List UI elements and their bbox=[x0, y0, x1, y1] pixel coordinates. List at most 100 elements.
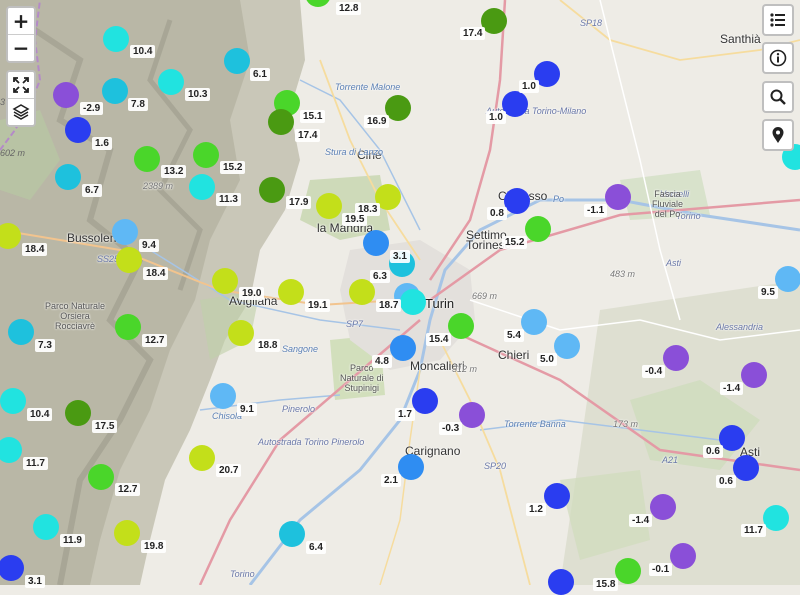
weather-station-marker[interactable] bbox=[8, 319, 34, 345]
weather-station-marker[interactable] bbox=[268, 109, 294, 135]
weather-station-marker[interactable] bbox=[259, 177, 285, 203]
weather-station-marker[interactable] bbox=[210, 383, 236, 409]
weather-station-marker[interactable] bbox=[412, 388, 438, 414]
search-icon bbox=[770, 89, 786, 105]
weather-station-marker[interactable] bbox=[33, 514, 59, 540]
temperature-label: 10.4 bbox=[27, 408, 53, 421]
weather-station-marker[interactable] bbox=[103, 26, 129, 52]
weather-station-marker[interactable] bbox=[279, 521, 305, 547]
temperature-label: 13.2 bbox=[161, 165, 187, 178]
temperature-label: 5.0 bbox=[537, 353, 557, 366]
weather-station-marker[interactable] bbox=[53, 82, 79, 108]
layers-button[interactable] bbox=[8, 98, 34, 125]
weather-station-marker[interactable] bbox=[733, 455, 759, 481]
temperature-label: 19.5 bbox=[342, 213, 368, 226]
info-button[interactable] bbox=[762, 42, 794, 74]
weather-station-marker[interactable] bbox=[763, 505, 789, 531]
weather-station-marker[interactable] bbox=[158, 69, 184, 95]
temperature-label: 15.2 bbox=[502, 236, 528, 249]
weather-station-marker[interactable] bbox=[116, 247, 142, 273]
temperature-label: 18.8 bbox=[255, 339, 281, 352]
weather-station-marker[interactable] bbox=[650, 494, 676, 520]
temperature-label: 6.1 bbox=[250, 68, 270, 81]
search-button[interactable] bbox=[762, 81, 794, 113]
temperature-label: 0.8 bbox=[487, 207, 507, 220]
temperature-label: 6.3 bbox=[370, 270, 390, 283]
zoom-out-button[interactable]: − bbox=[8, 34, 34, 61]
weather-station-marker[interactable] bbox=[65, 117, 91, 143]
temperature-label: 1.2 bbox=[526, 503, 546, 516]
weather-station-marker[interactable] bbox=[189, 445, 215, 471]
temperature-label: 15.4 bbox=[426, 333, 452, 346]
temperature-label: -2.9 bbox=[80, 102, 104, 115]
weather-station-marker[interactable] bbox=[228, 320, 254, 346]
temperature-label: 18.4 bbox=[22, 243, 48, 256]
weather-station-marker[interactable] bbox=[525, 216, 551, 242]
temperature-label: -1.4 bbox=[629, 514, 653, 527]
weather-station-marker[interactable] bbox=[65, 400, 91, 426]
weather-station-marker[interactable] bbox=[134, 146, 160, 172]
elevation-label-left-mid: 602 m bbox=[0, 148, 26, 158]
weather-station-marker[interactable] bbox=[189, 174, 215, 200]
temperature-label: 11.9 bbox=[60, 534, 85, 547]
weather-station-marker[interactable] bbox=[521, 309, 547, 335]
temperature-label: 10.3 bbox=[185, 88, 211, 101]
temperature-label: 0.6 bbox=[716, 475, 736, 488]
weather-station-marker[interactable] bbox=[212, 268, 238, 294]
weather-station-marker[interactable] bbox=[775, 266, 800, 292]
zoom-in-button[interactable]: + bbox=[8, 8, 34, 34]
weather-station-marker[interactable] bbox=[115, 314, 141, 340]
weather-station-marker[interactable] bbox=[548, 569, 574, 595]
weather-station-marker[interactable] bbox=[193, 142, 219, 168]
temperature-label: 1.6 bbox=[92, 137, 112, 150]
weather-station-marker[interactable] bbox=[114, 520, 140, 546]
weather-station-marker[interactable] bbox=[316, 193, 342, 219]
weather-station-marker[interactable] bbox=[670, 543, 696, 569]
weather-station-marker[interactable] bbox=[448, 313, 474, 339]
layers-icon bbox=[12, 104, 30, 120]
info-icon bbox=[769, 49, 787, 67]
weather-station-marker[interactable] bbox=[459, 402, 485, 428]
weather-station-marker[interactable] bbox=[88, 464, 114, 490]
weather-station-marker[interactable] bbox=[278, 279, 304, 305]
temperature-label: 15.2 bbox=[220, 161, 246, 174]
weather-station-marker[interactable] bbox=[55, 164, 81, 190]
temperature-label: 9.1 bbox=[237, 403, 257, 416]
temperature-label: 5.4 bbox=[504, 329, 524, 342]
temperature-label: 18.7 bbox=[376, 299, 402, 312]
weather-station-marker[interactable] bbox=[398, 454, 424, 480]
temperature-label: 10.4 bbox=[130, 45, 156, 58]
weather-station-marker[interactable] bbox=[544, 483, 570, 509]
temperature-label: 3.1 bbox=[390, 250, 410, 263]
temperature-label: -1.1 bbox=[584, 204, 608, 217]
temperature-label: 11.7 bbox=[23, 457, 48, 470]
temperature-label: 20.7 bbox=[216, 464, 242, 477]
weather-station-marker[interactable] bbox=[390, 335, 416, 361]
temperature-label: -0.4 bbox=[642, 365, 666, 378]
temperature-label: 4.8 bbox=[372, 355, 392, 368]
temperature-label: 18.4 bbox=[143, 267, 169, 280]
temperature-label: 0.6 bbox=[703, 445, 723, 458]
fullscreen-button[interactable] bbox=[8, 72, 34, 98]
weather-station-marker[interactable] bbox=[0, 388, 26, 414]
temperature-label: 12.8 bbox=[336, 2, 362, 15]
weather-station-marker[interactable] bbox=[400, 289, 426, 315]
weather-station-marker[interactable] bbox=[554, 333, 580, 359]
weather-station-marker[interactable] bbox=[741, 362, 767, 388]
temperature-label: 7.3 bbox=[35, 339, 55, 352]
list-button[interactable] bbox=[762, 4, 794, 36]
temperature-label: 6.4 bbox=[306, 541, 326, 554]
temperature-label: 11.7 bbox=[741, 524, 766, 537]
weather-station-marker[interactable] bbox=[605, 184, 631, 210]
temperature-label: -0.3 bbox=[439, 422, 463, 435]
weather-station-marker[interactable] bbox=[112, 219, 138, 245]
weather-station-marker[interactable] bbox=[615, 558, 641, 584]
weather-station-marker[interactable] bbox=[504, 188, 530, 214]
weather-station-marker[interactable] bbox=[224, 48, 250, 74]
weather-station-marker[interactable] bbox=[363, 230, 389, 256]
weather-station-marker[interactable] bbox=[663, 345, 689, 371]
temperature-label: 15.1 bbox=[300, 110, 326, 123]
temperature-label: 12.7 bbox=[115, 483, 141, 496]
weather-station-marker[interactable] bbox=[102, 78, 128, 104]
location-button[interactable] bbox=[762, 119, 794, 151]
